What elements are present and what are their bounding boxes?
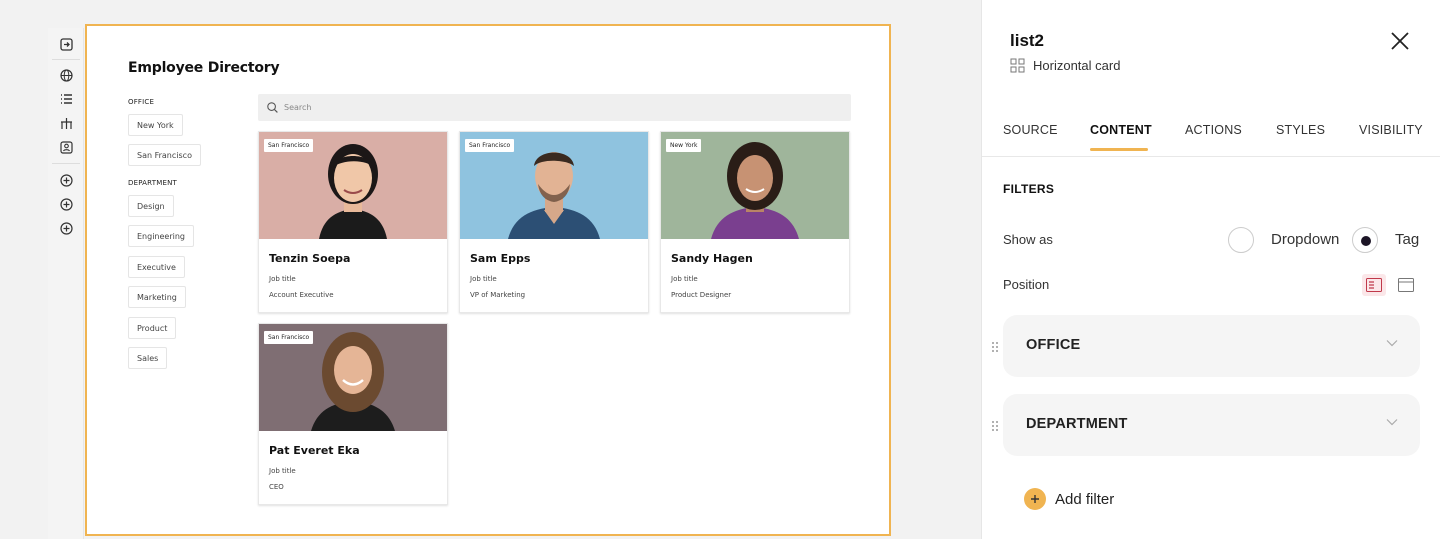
grid-icon [1010, 58, 1025, 73]
tab-content[interactable]: CONTENT [1090, 123, 1152, 137]
component-name: list2 [1010, 31, 1045, 50]
job-title-label: Job title [671, 275, 698, 283]
office-tag-new-york[interactable]: New York [128, 114, 183, 136]
department-tag-sales[interactable]: Sales [128, 347, 168, 369]
list-icon[interactable] [58, 91, 74, 107]
add-circle-icon[interactable] [58, 172, 74, 188]
add-circle-icon[interactable] [58, 220, 74, 236]
left-toolbar [48, 28, 84, 539]
radio-tag-label: Tag [1395, 231, 1420, 248]
component-type-label: Horizontal card [1033, 58, 1121, 73]
toolbar-divider [52, 163, 80, 164]
panel-tabs: SOURCE CONTENT ACTIONS STYLES VISIBILITY [982, 118, 1440, 157]
tab-visibility[interactable]: VISIBILITY [1359, 123, 1423, 137]
location-badge: San Francisco [264, 331, 314, 344]
search-placeholder: Search [284, 103, 312, 112]
drag-handle-icon[interactable] [991, 419, 999, 431]
tab-styles[interactable]: STYLES [1276, 123, 1325, 137]
department-tag-executive[interactable]: Executive [128, 256, 185, 278]
close-icon [1391, 32, 1409, 50]
department-tag-product[interactable]: Product [128, 317, 177, 339]
filters-section-title: FILTERS [1003, 182, 1055, 196]
employee-card[interactable]: New York Sandy Hagen Job title Product D… [660, 131, 850, 313]
employee-name: Pat Everet Eka [269, 444, 360, 457]
radio-tag[interactable] [1352, 227, 1378, 253]
department-tag-design[interactable]: Design [128, 195, 174, 217]
employee-card[interactable]: San Francisco Tenzin Soepa Job title Acc… [258, 131, 448, 313]
position-top-button[interactable] [1394, 274, 1418, 296]
filter-department-label: DEPARTMENT [1026, 416, 1128, 432]
department-filter-label: DEPARTMENT [128, 179, 177, 187]
employee-card[interactable]: San Francisco Pat Everet Eka Job title C… [258, 323, 448, 505]
office-filter-label: OFFICE [128, 98, 155, 106]
filter-department-row[interactable]: DEPARTMENT [1003, 394, 1420, 456]
drag-handle-icon[interactable] [991, 340, 999, 352]
chevron-down-icon[interactable] [1386, 418, 1398, 426]
location-badge: New York [666, 139, 702, 152]
radio-dropdown-label: Dropdown [1271, 231, 1340, 248]
contact-icon[interactable] [58, 139, 74, 155]
job-title-label: Job title [470, 275, 497, 283]
chevron-down-icon[interactable] [1386, 339, 1398, 347]
tab-source[interactable]: SOURCE [1003, 123, 1058, 137]
search-input[interactable]: Search [258, 94, 851, 121]
toolbar-divider [52, 59, 80, 60]
active-tab-indicator [1090, 148, 1148, 151]
employee-role: Account Executive [269, 291, 334, 299]
employee-name: Tenzin Soepa [269, 252, 351, 265]
job-title-label: Job title [269, 275, 296, 283]
employee-role: Product Designer [671, 291, 732, 299]
employee-name: Sam Epps [470, 252, 531, 265]
office-tag-san-francisco[interactable]: San Francisco [128, 144, 201, 166]
filter-office-label: OFFICE [1026, 337, 1081, 353]
component-type: Horizontal card [1010, 58, 1120, 73]
location-badge: San Francisco [264, 139, 314, 152]
department-tag-marketing[interactable]: Marketing [128, 286, 186, 308]
department-tag-engineering[interactable]: Engineering [128, 225, 194, 247]
radio-dropdown[interactable] [1228, 227, 1254, 253]
tab-actions[interactable]: ACTIONS [1185, 123, 1242, 137]
enter-icon[interactable] [58, 36, 74, 52]
layout-left-icon [1366, 278, 1382, 292]
show-as-label: Show as [1003, 232, 1053, 247]
add-filter-button[interactable]: Add filter [1024, 488, 1114, 510]
layout-top-icon [1398, 278, 1414, 292]
directory-title: Employee Directory [128, 60, 280, 76]
employee-card[interactable]: San Francisco Sam Epps Job title VP of M… [459, 131, 649, 313]
employee-name: Sandy Hagen [671, 252, 753, 265]
tree-icon[interactable] [58, 115, 74, 131]
add-filter-label: Add filter [1055, 490, 1115, 508]
position-left-button[interactable] [1362, 274, 1386, 296]
position-label: Position [1003, 277, 1050, 292]
location-badge: San Francisco [465, 139, 515, 152]
employee-role: VP of Marketing [470, 291, 526, 299]
filter-office-row[interactable]: OFFICE [1003, 315, 1420, 377]
job-title-label: Job title [269, 467, 296, 475]
add-circle-icon[interactable] [58, 196, 74, 212]
canvas-frame[interactable]: Employee Directory OFFICE New York San F… [85, 24, 891, 536]
properties-panel: list2 Horizontal card SOURCE CONTENT ACT… [981, 0, 1440, 539]
close-button[interactable] [1389, 30, 1411, 52]
employee-role: CEO [269, 483, 284, 491]
globe-icon[interactable] [58, 67, 74, 83]
add-icon [1024, 488, 1046, 510]
search-icon [267, 102, 278, 113]
